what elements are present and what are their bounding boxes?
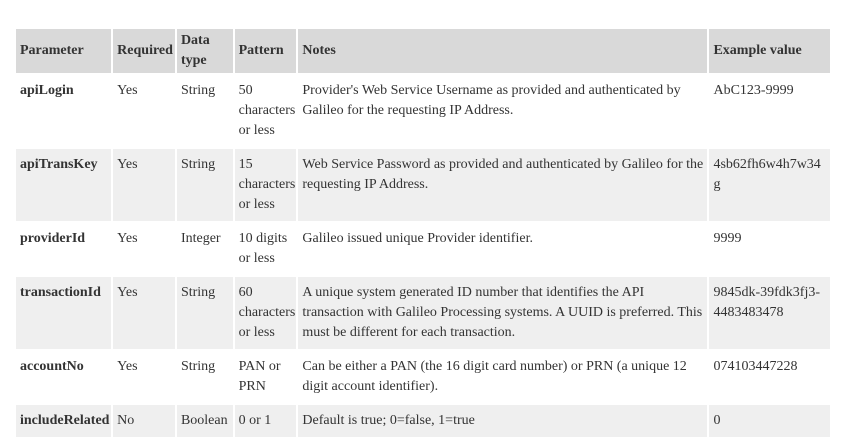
cell-example-value: 9845dk-39fdk3fj3-4483483478 <box>709 277 830 349</box>
cell-parameter: apiTransKey <box>16 149 112 221</box>
header-pattern: Pattern <box>234 29 297 73</box>
cell-pattern: 50 characters or less <box>234 75 297 147</box>
cell-notes: Can be either a PAN (the 16 digit card n… <box>298 351 708 403</box>
cell-data-type: String <box>176 149 233 221</box>
table-header: Parameter Required Data type Pattern Not… <box>16 29 830 73</box>
cell-pattern: 0 or 1 <box>234 405 297 437</box>
parameters-table-container: Parameter Required Data type Pattern Not… <box>14 27 832 439</box>
header-required: Required <box>113 29 175 73</box>
table-row: includeRelated No Boolean 0 or 1 Default… <box>16 405 830 437</box>
cell-pattern: 10 digits or less <box>234 223 297 275</box>
cell-notes: Galileo issued unique Provider identifie… <box>298 223 708 275</box>
table-body: apiLogin Yes String 50 characters or les… <box>16 75 830 437</box>
cell-data-type: Boolean <box>176 405 233 437</box>
cell-pattern: PAN or PRN <box>234 351 297 403</box>
header-row: Parameter Required Data type Pattern Not… <box>16 29 830 73</box>
cell-parameter: transactionId <box>16 277 112 349</box>
table-row: providerId Yes Integer 10 digits or less… <box>16 223 830 275</box>
parameters-table: Parameter Required Data type Pattern Not… <box>14 27 832 439</box>
table-row: apiLogin Yes String 50 characters or les… <box>16 75 830 147</box>
cell-required: Yes <box>113 277 175 349</box>
header-notes: Notes <box>298 29 708 73</box>
cell-example-value: 074103447228 <box>709 351 830 403</box>
cell-pattern: 15 characters or less <box>234 149 297 221</box>
cell-example-value: 9999 <box>709 223 830 275</box>
cell-notes: Provider's Web Service Username as provi… <box>298 75 708 147</box>
cell-parameter: providerId <box>16 223 112 275</box>
cell-data-type: String <box>176 277 233 349</box>
cell-data-type: Integer <box>176 223 233 275</box>
cell-required: Yes <box>113 351 175 403</box>
table-row: accountNo Yes String PAN or PRN Can be e… <box>16 351 830 403</box>
cell-data-type: String <box>176 351 233 403</box>
cell-notes: Web Service Password as provided and aut… <box>298 149 708 221</box>
cell-example-value: 0 <box>709 405 830 437</box>
cell-example-value: AbC123-9999 <box>709 75 830 147</box>
table-row: transactionId Yes String 60 characters o… <box>16 277 830 349</box>
header-example-value: Example value <box>709 29 830 73</box>
cell-required: Yes <box>113 223 175 275</box>
cell-parameter: apiLogin <box>16 75 112 147</box>
cell-required: Yes <box>113 75 175 147</box>
cell-notes: Default is true; 0=false, 1=true <box>298 405 708 437</box>
cell-required: No <box>113 405 175 437</box>
cell-required: Yes <box>113 149 175 221</box>
cell-example-value: 4sb62fh6w4h7w34g <box>709 149 830 221</box>
cell-notes: A unique system generated ID number that… <box>298 277 708 349</box>
table-row: apiTransKey Yes String 15 characters or … <box>16 149 830 221</box>
cell-pattern: 60 characters or less <box>234 277 297 349</box>
header-parameter: Parameter <box>16 29 112 73</box>
cell-data-type: String <box>176 75 233 147</box>
cell-parameter: accountNo <box>16 351 112 403</box>
header-data-type: Data type <box>176 29 233 73</box>
cell-parameter: includeRelated <box>16 405 112 437</box>
